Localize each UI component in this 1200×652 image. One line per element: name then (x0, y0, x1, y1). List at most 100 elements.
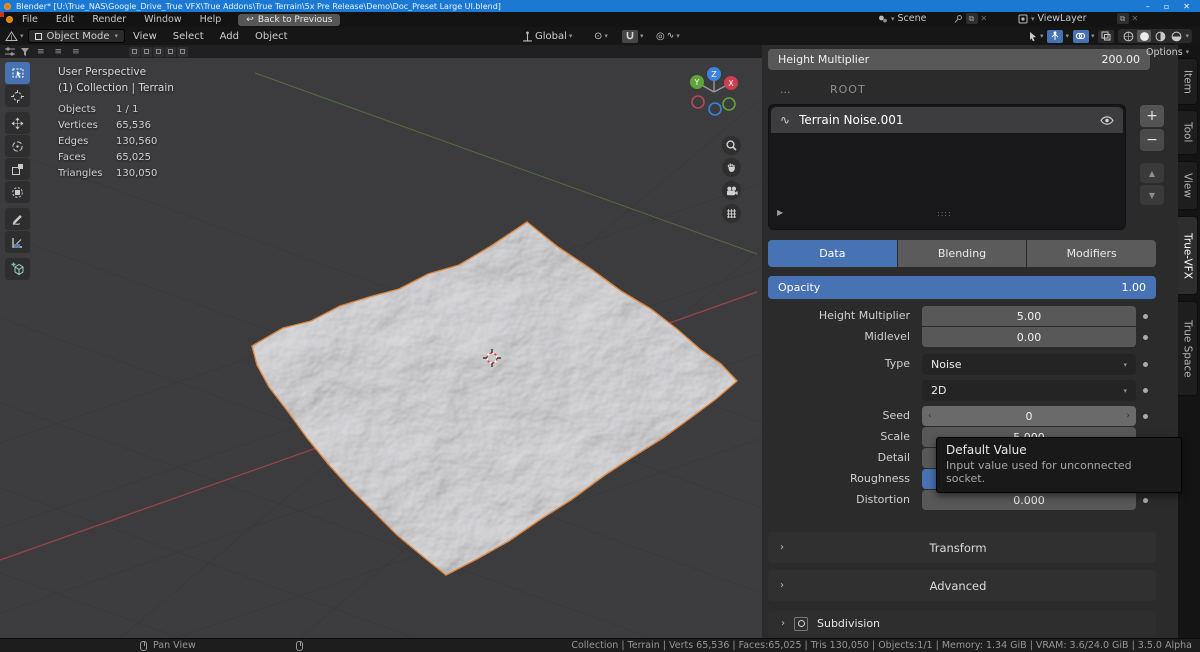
tab-item[interactable]: Item (1178, 58, 1198, 105)
keyframe-dot[interactable] (1143, 498, 1148, 503)
navigation-gizmo[interactable]: Z Y X (688, 62, 742, 118)
minimize-button[interactable]: – (1146, 2, 1150, 11)
cursor-tool[interactable] (5, 85, 30, 107)
overlays-toggle[interactable]: ▾ (1073, 30, 1095, 43)
list-option-3-icon[interactable]: ≡ (69, 47, 83, 57)
transform-panel-header[interactable]: › Transform (768, 532, 1156, 563)
add-primitive-tool[interactable] (5, 258, 30, 280)
new-viewlayer-icon[interactable]: ⧉ (1117, 13, 1129, 24)
camera-icon (726, 186, 738, 196)
pan-button[interactable] (722, 158, 741, 177)
blender-menu-icon[interactable] (6, 16, 13, 23)
dimension-dropdown[interactable]: 2D▾ (922, 380, 1136, 401)
add-layer-button[interactable]: + (1140, 105, 1164, 127)
active-tool-icon[interactable] (4, 47, 16, 57)
tool-settings-buttons[interactable] (129, 47, 188, 57)
gizmos-toggle[interactable]: ▾ (1047, 30, 1069, 43)
list-option-2-icon[interactable]: ≡ (52, 47, 66, 57)
snap-toggle[interactable]: ▾ (622, 30, 644, 43)
filter-icon[interactable] (20, 47, 30, 57)
menu-file[interactable]: File (13, 14, 47, 25)
tab-tool[interactable]: Tool (1178, 110, 1198, 155)
menu-window[interactable]: Window (135, 14, 190, 25)
camera-view-button[interactable] (722, 181, 741, 200)
unlink-scene-icon[interactable]: ✕ (981, 14, 988, 23)
remove-layer-button[interactable]: − (1140, 129, 1164, 151)
seed-decrement-icon[interactable]: ‹ (928, 406, 932, 426)
breadcrumb-dots[interactable]: ... (780, 83, 791, 96)
advanced-panel-header[interactable]: › Advanced (768, 570, 1156, 601)
terrain-mesh[interactable] (252, 222, 737, 575)
transform-tool[interactable] (5, 181, 30, 203)
remove-viewlayer-icon[interactable]: ✕ (1132, 14, 1139, 23)
tool-settings-bar: ≡ ≡ ≡ (0, 45, 762, 58)
mode-dropdown[interactable]: Object Mode ▾ (28, 29, 126, 43)
subdivision-panel-header[interactable]: › Subdivision (768, 611, 1156, 636)
menu-help[interactable]: Help (191, 14, 231, 25)
maximize-button[interactable]: ▫ (1164, 2, 1169, 11)
keyframe-dot[interactable] (1143, 388, 1148, 393)
selectability-dropdown[interactable]: ▾ (1028, 31, 1044, 42)
menu-render[interactable]: Render (83, 14, 135, 25)
shading-solid-icon[interactable] (1137, 30, 1151, 42)
list-item-terrain-noise[interactable]: ∿ Terrain Noise.001 (771, 107, 1123, 133)
shading-wireframe-icon[interactable] (1121, 30, 1135, 42)
scene-name[interactable]: Scene (898, 13, 950, 24)
tab-true-space[interactable]: True Space (1178, 301, 1198, 396)
new-scene-icon[interactable]: ⧉ (966, 13, 978, 24)
perspective-toggle-button[interactable] (722, 204, 741, 223)
back-to-previous-button[interactable]: ↩ Back to Previous (238, 14, 340, 26)
list-resize-grip[interactable]: :::: (937, 209, 952, 218)
keyframe-dot[interactable] (1143, 314, 1148, 319)
height-multiplier-field[interactable]: 5.00 (922, 306, 1136, 326)
viewlayer-selector[interactable]: ▾ ViewLayer ⧉ ✕ (1018, 13, 1138, 24)
opacity-slider[interactable]: Opacity1.00 (768, 276, 1156, 299)
pivot-dropdown[interactable]: ⊙▾ (594, 31, 608, 42)
detail-label: Detail (762, 451, 910, 464)
zoom-button[interactable] (722, 136, 741, 155)
pin-icon[interactable] (953, 14, 963, 24)
visibility-eye-icon[interactable] (1100, 116, 1114, 125)
viewport-3d[interactable]: User Perspective (1) Collection | Terrai… (0, 58, 762, 638)
terrain-layer-list[interactable]: ∿ Terrain Noise.001 ▶ :::: (768, 104, 1126, 230)
height-multiplier-200-slider[interactable]: Height Multiplier200.00 (768, 49, 1150, 70)
menu-add[interactable]: Add (212, 31, 247, 42)
options-dropdown[interactable]: Options▾ (1146, 46, 1189, 58)
type-dropdown[interactable]: Noise▾ (922, 354, 1136, 375)
select-box-tool[interactable] (5, 62, 30, 84)
annotate-tool[interactable] (5, 208, 30, 230)
rotate-tool[interactable] (5, 135, 30, 157)
measure-tool[interactable] (5, 231, 30, 253)
orientation-dropdown[interactable]: Global▾ (522, 31, 572, 42)
tab-true-vfx[interactable]: True-VFX (1178, 216, 1198, 295)
xray-toggle[interactable] (1098, 30, 1114, 43)
scale-tool[interactable] (5, 158, 30, 180)
menu-object[interactable]: Object (247, 31, 296, 42)
proportional-editing-toggle[interactable]: ◎ ∿ ▾ (656, 31, 680, 42)
seed-stepper[interactable]: ‹ 0 › (922, 406, 1136, 426)
keyframe-dot[interactable] (1143, 335, 1148, 340)
keyframe-dot[interactable] (1143, 362, 1148, 367)
midlevel-field[interactable]: 0.00 (922, 327, 1136, 347)
list-expand-arrow[interactable]: ▶ (777, 208, 783, 217)
tab-data[interactable]: Data (768, 240, 897, 267)
tab-modifiers[interactable]: Modifiers (1027, 240, 1156, 267)
menu-edit[interactable]: Edit (47, 14, 83, 25)
move-tool[interactable] (5, 112, 30, 134)
editor-type-button[interactable]: ▾ (5, 31, 24, 42)
viewlayer-name[interactable]: ViewLayer (1038, 13, 1114, 24)
close-button[interactable]: ✕ (1183, 2, 1190, 11)
move-layer-up-button[interactable]: ▲ (1140, 163, 1164, 183)
shading-material-icon[interactable] (1153, 30, 1167, 42)
tab-view[interactable]: View (1178, 161, 1198, 210)
move-layer-down-button[interactable]: ▼ (1140, 185, 1164, 205)
keyframe-dot[interactable] (1143, 414, 1148, 419)
menu-view[interactable]: View (125, 31, 165, 42)
distortion-field[interactable]: 0.000 (922, 490, 1136, 510)
list-option-1-icon[interactable]: ≡ (34, 47, 48, 57)
seed-increment-icon[interactable]: › (1126, 406, 1130, 426)
shading-rendered-icon[interactable] (1169, 30, 1183, 42)
tab-blending[interactable]: Blending (898, 240, 1027, 267)
scene-selector[interactable]: ▾ Scene ⧉ ✕ (878, 13, 987, 24)
menu-select[interactable]: Select (165, 31, 212, 42)
